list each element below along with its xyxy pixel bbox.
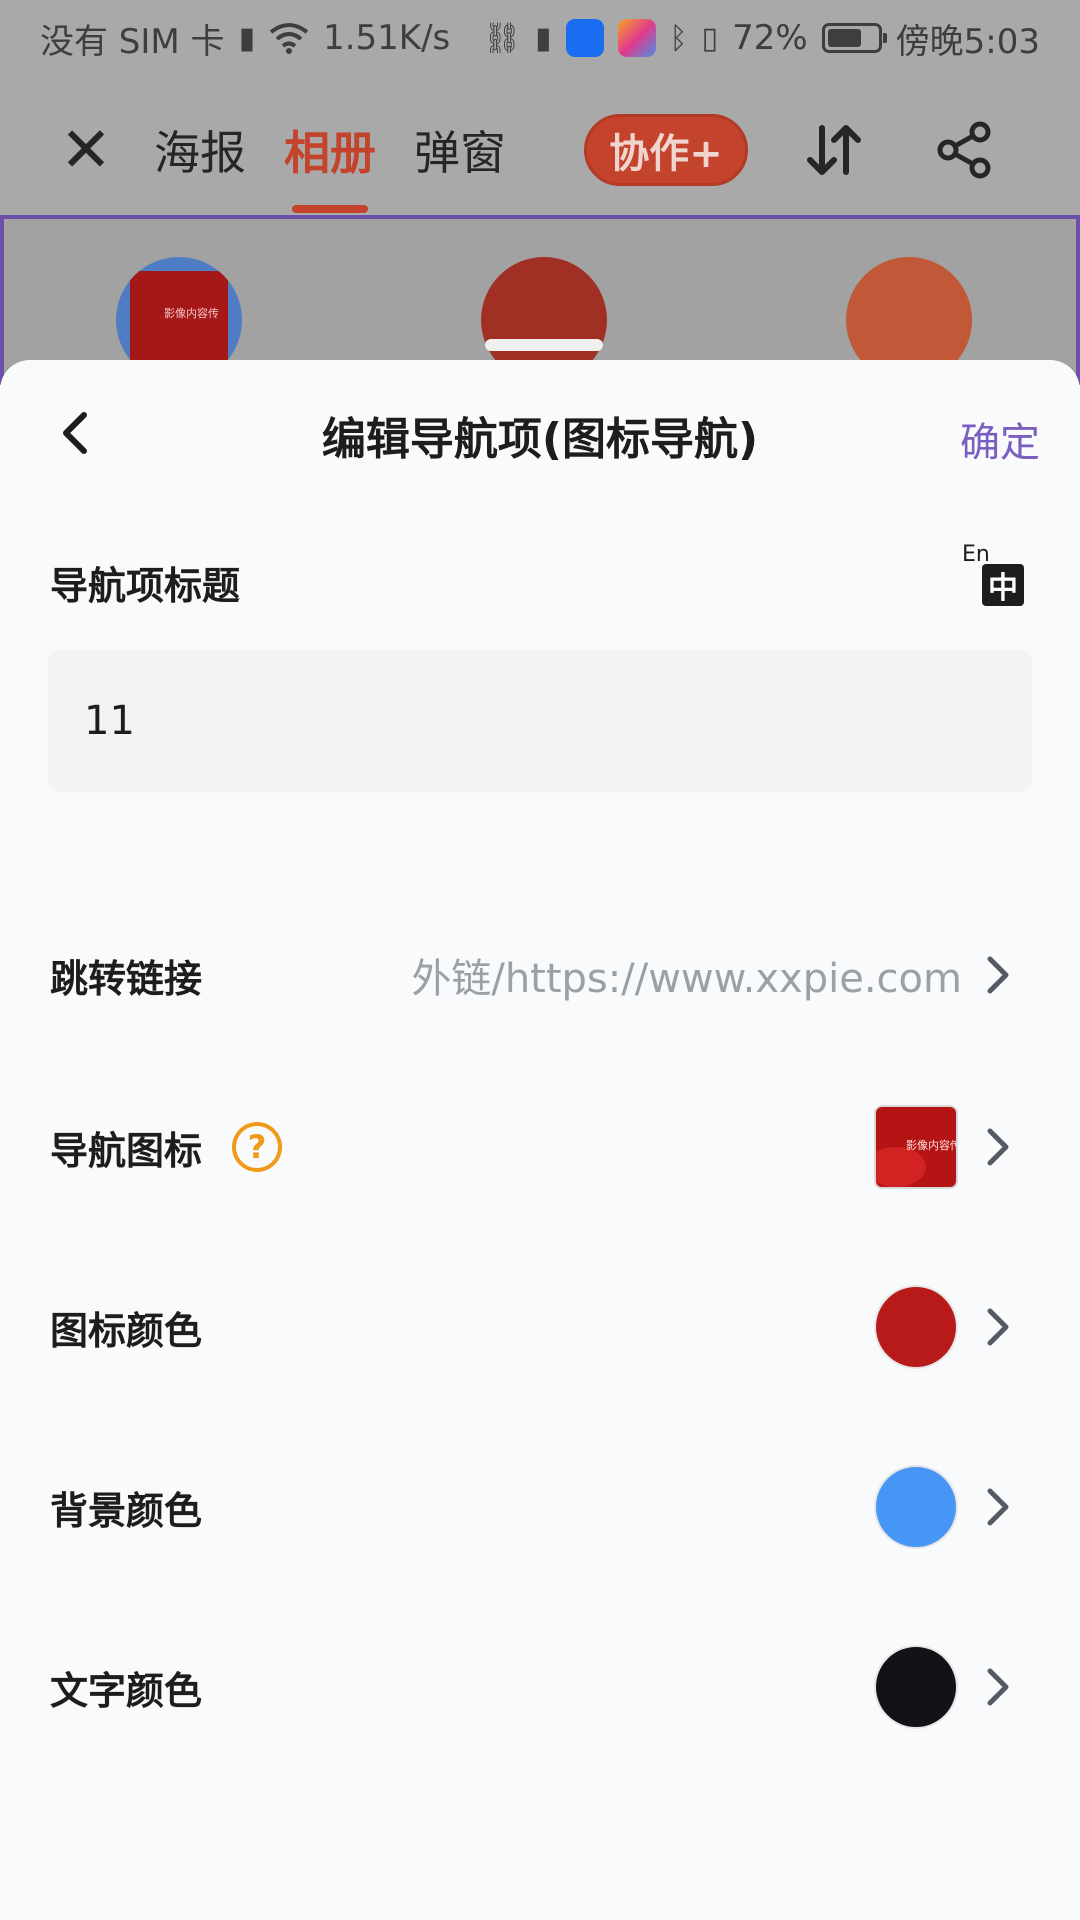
sheet-title: 编辑导航项(图标导航) [321, 414, 759, 465]
sim-alert-icon: ▮ [238, 20, 256, 56]
preview-thumb-text: 影像内容传 [164, 307, 219, 320]
chevron-right-icon [987, 1308, 1009, 1346]
tab-album[interactable]: 相册 [284, 117, 376, 213]
icon-color-row[interactable]: 图标颜色 [0, 1267, 1080, 1387]
help-icon[interactable]: ? [232, 1122, 283, 1172]
nav-title-input[interactable] [48, 650, 1032, 792]
link-row[interactable]: 跳转链接 外链/https://www.xxpie.com [0, 915, 1080, 1035]
link-label: 跳转链接 [50, 956, 203, 1001]
link-value: 外链/https://www.xxpie.com [411, 956, 962, 1002]
background-app: 没有 SIM 卡 ▮ 1.51K/s ⛓ ▮ ᛒ ▯ 72% 傍晚5:03 ✕ … [0, 0, 1080, 385]
theme-app-icon [617, 19, 656, 57]
text-color-row[interactable]: 文字颜色 [0, 1627, 1080, 1747]
sort-icon[interactable] [804, 120, 864, 180]
collab-button[interactable]: 协作+ [584, 114, 748, 186]
wifi-icon [269, 23, 309, 54]
text-color-swatch [874, 1645, 958, 1729]
nav-title-label: 导航项标题 [50, 564, 241, 608]
battery-alert-icon: ▮ [535, 20, 552, 56]
carrier-text: 没有 SIM 卡 [40, 21, 225, 62]
thumb-decoration [876, 1147, 926, 1187]
link-icon: ⛓ [482, 20, 522, 56]
text-color-label: 文字颜色 [50, 1668, 203, 1713]
tab-poster[interactable]: 海报 [154, 117, 246, 183]
nav-icon-label: 导航图标 [50, 1128, 203, 1173]
vibrate-icon: ▯ [701, 20, 719, 56]
bg-color-swatch [874, 1465, 958, 1549]
confirm-button[interactable]: 确定 [960, 410, 1040, 468]
language-toggle[interactable]: En 中 [958, 542, 1030, 608]
status-bar: 没有 SIM 卡 ▮ 1.51K/s ⛓ ▮ ᛒ ▯ 72% 傍晚5:03 [0, 0, 1080, 76]
bluetooth-icon: ᛒ [669, 20, 688, 56]
nav-icon-row[interactable]: 导航图标 ? 影像内容传 [0, 1087, 1080, 1207]
back-button[interactable] [50, 408, 100, 458]
icon-color-label: 图标颜色 [50, 1308, 203, 1353]
lang-zh-text: 中 [982, 564, 1024, 606]
clock: 傍晚5:03 [895, 21, 1040, 62]
icon-color-swatch [874, 1285, 958, 1369]
bulb-app-icon [565, 19, 604, 57]
sheet-header: 编辑导航项(图标导航) 确定 [0, 360, 1080, 510]
chevron-right-icon [987, 1668, 1009, 1706]
battery-percent: 72% [732, 18, 808, 58]
thumb-text: 影像内容传 [906, 1139, 958, 1152]
chevron-left-icon [63, 412, 87, 454]
bg-color-row[interactable]: 背景颜色 [0, 1447, 1080, 1567]
chevron-right-icon [987, 1128, 1009, 1166]
bg-color-label: 背景颜色 [50, 1488, 203, 1533]
share-icon[interactable] [934, 120, 994, 180]
nav-icon-thumbnail: 影像内容传 [874, 1105, 958, 1189]
edit-nav-item-sheet: 编辑导航项(图标导航) 确定 导航项标题 En 中 跳转链接 外链/https:… [0, 360, 1080, 1920]
tab-popup[interactable]: 弹窗 [414, 117, 506, 183]
battery-icon [821, 23, 887, 53]
close-icon[interactable]: ✕ [56, 119, 116, 181]
network-speed: 1.51K/s [323, 18, 451, 58]
preview-bar [485, 339, 603, 351]
chevron-right-icon [987, 1488, 1009, 1526]
battery-level [827, 29, 861, 47]
top-nav: ✕ 海报 相册 弹窗 协作+ [0, 90, 1080, 213]
chevron-right-icon [987, 956, 1009, 994]
